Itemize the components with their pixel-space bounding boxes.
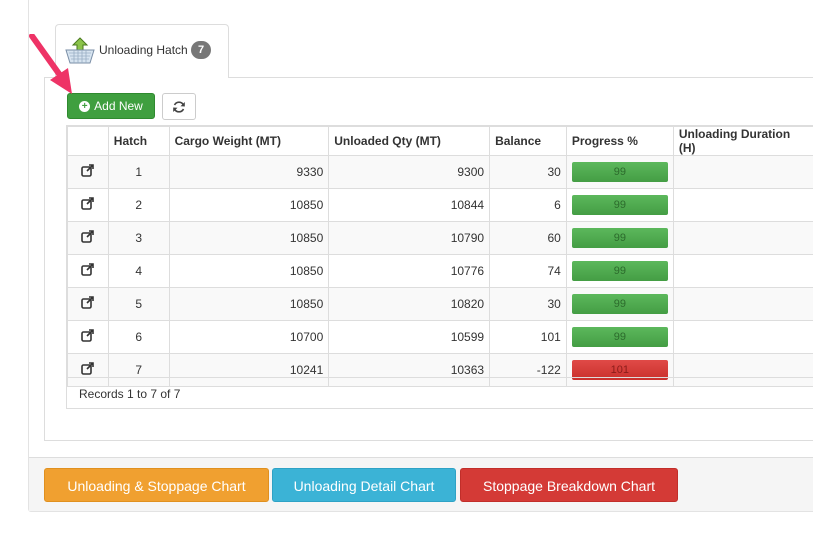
table-header-row: Hatch Cargo Weight (MT) Unloaded Qty (MT… [67,126,813,156]
hatch-table: Hatch Cargo Weight (MT) Unloaded Qty (MT… [66,125,813,409]
cargo-weight-cell: 10850 [168,188,330,222]
duration-cell [672,221,813,255]
external-link-icon [81,230,95,246]
pointer-arrow-icon [29,34,72,94]
cargo-weight-cell: 10850 [168,221,330,255]
progress-cell: 99 [565,188,674,222]
progress-cell: 99 [565,221,674,255]
hatch-cell: 5 [107,287,170,321]
open-record-link[interactable] [67,221,109,255]
hatch-cell: 1 [107,155,170,189]
progress-bar: 99 [571,195,668,215]
duration-cell [672,320,813,354]
column-header-duration[interactable]: Unloading Duration (H) [672,126,813,156]
progress-cell: 99 [565,320,674,354]
progress-cell: 99 [565,287,674,321]
balance-cell: 6 [489,188,567,222]
add-new-label: Add New [94,99,143,113]
balance-cell: 74 [489,254,567,288]
progress-bar: 99 [571,327,668,347]
column-header-progress[interactable]: Progress % [565,126,674,156]
balance-cell: 30 [489,287,567,321]
progress-bar: 99 [571,228,668,248]
count-badge: 7 [191,41,211,59]
column-header-balance[interactable]: Balance [489,126,567,156]
progress-bar: 99 [571,162,668,182]
plus-circle-icon: + [79,100,91,112]
tab-label: Unloading Hatch [99,43,188,57]
hatch-cell: 4 [107,254,170,288]
external-link-icon [81,164,95,180]
cargo-weight-cell: 10850 [168,254,330,288]
stoppage-breakdown-chart-button[interactable]: Stoppage Breakdown Chart [460,468,678,502]
tab-unloading-hatch[interactable]: Unloading Hatch 7 [55,24,229,78]
duration-cell [672,188,813,222]
add-new-button[interactable]: + Add New [67,93,155,119]
progress-cell: 99 [565,155,674,189]
balance-cell: 60 [489,221,567,255]
progress-bar: 99 [571,261,668,281]
cargo-weight-cell: 10700 [168,320,330,354]
cargo-weight-cell: 10850 [168,287,330,321]
unloaded-qty-cell: 10599 [328,320,491,354]
external-link-icon [81,263,95,279]
cargo-weight-cell: 9330 [168,155,330,189]
duration-cell [672,155,813,189]
column-header-unloaded-qty[interactable]: Unloaded Qty (MT) [328,126,491,156]
column-header-action [67,126,109,156]
open-record-link[interactable] [67,155,109,189]
unloading-stoppage-chart-button[interactable]: Unloading & Stoppage Chart [44,468,269,502]
unloaded-qty-cell: 10844 [328,188,491,222]
records-count: Records 1 to 7 of 7 [67,377,813,408]
table-row: 2 10850 10844 6 99 [67,188,813,222]
progress-bar: 99 [571,294,668,314]
refresh-icon [173,100,185,113]
unloaded-qty-cell: 10820 [328,287,491,321]
duration-cell [672,287,813,321]
external-link-icon [81,362,95,378]
balance-cell: 30 [489,155,567,189]
open-record-link[interactable] [67,254,109,288]
table-row: 5 10850 10820 30 99 [67,287,813,321]
unloaded-qty-cell: 9300 [328,155,491,189]
table-row: 1 9330 9300 30 99 [67,155,813,189]
column-header-hatch[interactable]: Hatch [107,126,170,156]
refresh-button[interactable] [162,93,196,120]
table-row: 3 10850 10790 60 99 [67,221,813,255]
unloaded-qty-cell: 10790 [328,221,491,255]
column-header-cargo-weight[interactable]: Cargo Weight (MT) [168,126,330,156]
balance-cell: 101 [489,320,567,354]
table-row: 6 10700 10599 101 99 [67,320,813,354]
external-link-icon [81,197,95,213]
hatch-cell: 2 [107,188,170,222]
duration-cell [672,254,813,288]
external-link-icon [81,329,95,345]
open-record-link[interactable] [67,287,109,321]
external-link-icon [81,296,95,312]
unloaded-qty-cell: 10776 [328,254,491,288]
open-record-link[interactable] [67,188,109,222]
table-row: 4 10850 10776 74 99 [67,254,813,288]
open-record-link[interactable] [67,320,109,354]
unloading-detail-chart-button[interactable]: Unloading Detail Chart [272,468,456,502]
progress-cell: 99 [565,254,674,288]
hatch-cell: 3 [107,221,170,255]
hatch-cell: 6 [107,320,170,354]
